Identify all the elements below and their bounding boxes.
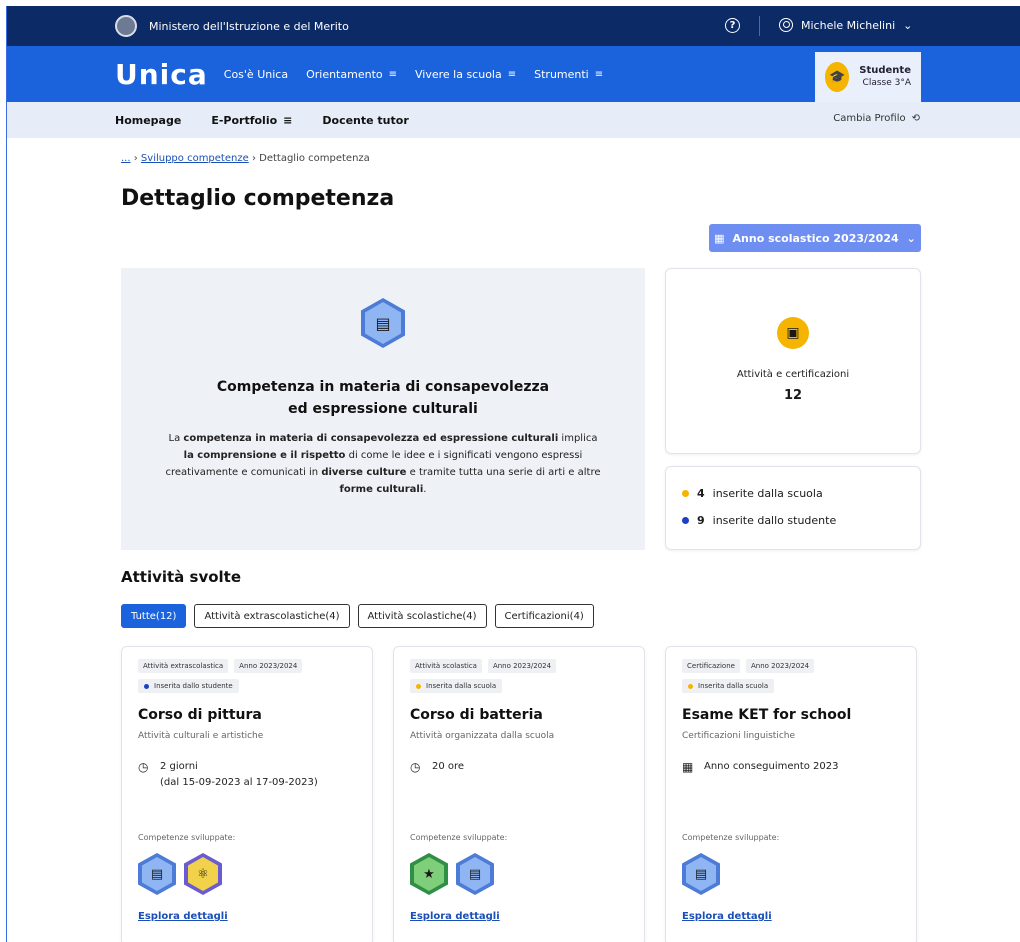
filter-chip-1[interactable]: Attività extrascolastiche(4) bbox=[194, 604, 350, 628]
nav-item-0[interactable]: Cos'è Unica bbox=[224, 68, 288, 81]
activity-card: Attività extrascolastica Anno 2023/2024 In… bbox=[121, 646, 373, 942]
student-count-row: 9 inserite dallo studente bbox=[682, 514, 904, 527]
subnav-item-1[interactable]: E-Portfolio ≡ bbox=[211, 114, 292, 127]
culture-badge-icon[interactable]: ▤ bbox=[138, 853, 176, 895]
clock-icon: ◷ bbox=[138, 760, 149, 774]
source-dot bbox=[144, 683, 149, 689]
activity-source-tag: Inserita dallo studente bbox=[138, 679, 239, 693]
change-profile-button[interactable]: Cambia Profilo ⟲ bbox=[833, 113, 920, 124]
breadcrumb-home[interactable]: ... bbox=[121, 153, 131, 164]
app-frame: Ministero dell'Istruzione e del Merito ?… bbox=[6, 6, 1020, 942]
page-title: Dettaglio competenza bbox=[121, 186, 395, 211]
menu-icon: ≡ bbox=[388, 68, 397, 80]
menu-icon: ≡ bbox=[283, 113, 293, 127]
competence-hero: ▤ Competenza in materia di consapevolezz… bbox=[121, 268, 645, 550]
unica-logo[interactable]: Unica bbox=[115, 58, 208, 91]
activities-summary-card: ▣ Attività e certificazioni 12 bbox=[665, 268, 921, 454]
culture-badge-icon[interactable]: ▤ bbox=[456, 853, 494, 895]
activity-title: Corso di pittura bbox=[138, 707, 262, 723]
activity-year-tag: Anno 2023/2024 bbox=[487, 659, 557, 673]
source-dot bbox=[688, 683, 693, 689]
activity-card: Attività scolastica Anno 2023/2024 Inserit… bbox=[393, 646, 645, 942]
school-dot bbox=[682, 490, 689, 497]
chevron-down-icon: ⌄ bbox=[906, 231, 916, 245]
culture-badge-icon[interactable]: ▤ bbox=[682, 853, 720, 895]
nav-item-3[interactable]: Strumenti ≡ bbox=[534, 68, 603, 81]
divider bbox=[759, 16, 760, 36]
clock-icon: ◷ bbox=[410, 760, 421, 774]
source-dot bbox=[416, 683, 421, 689]
activity-meta: ▦ Anno conseguimento 2023 bbox=[682, 760, 839, 774]
ministry-name: Ministero dell'Istruzione e del Merito bbox=[149, 19, 349, 33]
nav-item-2[interactable]: Vivere la scuola ≡ bbox=[415, 68, 516, 81]
activity-title: Esame KET for school bbox=[682, 707, 852, 723]
calendar-icon: ▦ bbox=[682, 760, 694, 774]
competence-description: La competenza in materia di consapevolez… bbox=[165, 433, 601, 495]
activity-type-tag: Certificazione bbox=[682, 659, 740, 673]
menu-icon: ≡ bbox=[594, 68, 604, 80]
user-icon bbox=[779, 18, 793, 32]
competence-badges: ★ ▤ bbox=[410, 853, 494, 895]
subnav-item-0[interactable]: Homepage bbox=[115, 114, 181, 127]
competences-label: Competenze sviluppate: bbox=[410, 833, 508, 842]
profile-role: Studente bbox=[859, 65, 911, 76]
help-icon[interactable]: ? bbox=[725, 18, 740, 33]
filter-chip-0[interactable]: Tutte(12) bbox=[121, 604, 187, 628]
chevron-down-icon: ⌄ bbox=[903, 18, 913, 32]
summary-label: Attività e certificazioni bbox=[736, 369, 850, 380]
user-name: Michele Michelini bbox=[801, 18, 896, 32]
explore-details-link[interactable]: Esplora dettagli bbox=[410, 911, 500, 922]
source-split-card: 4 inserite dalla scuola 9 inserite dallo… bbox=[665, 466, 921, 550]
user-menu[interactable]: Michele Michelini ⌄ bbox=[779, 18, 912, 32]
nav-item-1[interactable]: Orientamento ≡ bbox=[306, 68, 397, 81]
activity-subtitle: Attività organizzata dalla scuola bbox=[410, 731, 555, 741]
sub-nav: Homepage E-Portfolio ≡ Docente tutor Cambia… bbox=[7, 102, 1020, 138]
activity-type-tag: Attività extrascolastica bbox=[138, 659, 229, 673]
ministry-bar: Ministero dell'Istruzione e del Merito ?… bbox=[7, 6, 1020, 46]
breadcrumb-current: Dettaglio competenza bbox=[259, 153, 370, 164]
activities-title: Attività svolte bbox=[121, 568, 242, 586]
calendar-icon: ▦ bbox=[714, 231, 725, 245]
main-nav: Unica Cos'è Unica Orientamento ≡ Vivere la … bbox=[7, 46, 1020, 102]
culture-competence-icon: ▤ bbox=[361, 298, 405, 348]
activity-subtitle: Certificazioni linguistiche bbox=[682, 731, 796, 741]
breadcrumb-link[interactable]: Sviluppo competenze bbox=[141, 153, 249, 164]
citizenship-badge-icon[interactable]: ★ bbox=[410, 853, 448, 895]
filter-chip-2[interactable]: Attività scolastiche(4) bbox=[357, 604, 487, 628]
explore-details-link[interactable]: Esplora dettagli bbox=[138, 911, 228, 922]
activity-subtitle: Attività culturali e artistiche bbox=[138, 731, 264, 741]
graduation-hat-icon: 🎓 bbox=[825, 62, 850, 92]
breadcrumb: ... › Sviluppo competenze › Dettaglio co… bbox=[121, 153, 370, 164]
menu-icon: ≡ bbox=[507, 68, 517, 80]
competence-badges: ▤ bbox=[682, 853, 720, 895]
competences-label: Competenze sviluppate: bbox=[138, 833, 236, 842]
activity-source-tag: Inserita dalla scuola bbox=[682, 679, 775, 693]
year-selector[interactable]: ▦ Anno scolastico 2023/2024 ⌄ bbox=[709, 224, 921, 252]
filter-tabs: Tutte(12) Attività extrascolastiche(4) Att… bbox=[121, 604, 594, 628]
ministry-crest-icon bbox=[115, 15, 137, 37]
science-badge-icon[interactable]: ⚛ bbox=[184, 853, 222, 895]
summary-count: 12 bbox=[783, 388, 803, 403]
certificate-icon: ▣ bbox=[777, 317, 809, 349]
activity-source-tag: Inserita dalla scuola bbox=[410, 679, 503, 693]
activity-meta: ◷ 2 giorni (dal 15-09-2023 al 17-09-2023) bbox=[138, 759, 356, 791]
filter-chip-3[interactable]: Certificazioni(4) bbox=[494, 604, 594, 628]
profile-badge[interactable]: 🎓 Studente Classe 3°A bbox=[815, 52, 921, 102]
switch-profile-icon: ⟲ bbox=[911, 113, 920, 124]
student-dot bbox=[682, 517, 689, 524]
competence-title: Competenza in materia di consapevolezza … bbox=[216, 379, 550, 417]
explore-details-link[interactable]: Esplora dettagli bbox=[682, 911, 772, 922]
competences-label: Competenze sviluppate: bbox=[682, 833, 780, 842]
activity-type-tag: Attività scolastica bbox=[410, 659, 482, 673]
subnav-item-2[interactable]: Docente tutor bbox=[322, 114, 408, 127]
school-count-row: 4 inserite dalla scuola bbox=[682, 487, 904, 500]
competence-badges: ▤ ⚛ bbox=[138, 853, 222, 895]
activity-title: Corso di batteria bbox=[410, 707, 543, 723]
profile-class: Classe 3°A bbox=[862, 78, 911, 88]
activity-card: Certificazione Anno 2023/2024 Inserita dal… bbox=[665, 646, 917, 942]
activity-year-tag: Anno 2023/2024 bbox=[234, 659, 303, 673]
activity-meta: ◷ 20 ore bbox=[410, 760, 465, 774]
activity-year-tag: Anno 2023/2024 bbox=[745, 659, 815, 673]
